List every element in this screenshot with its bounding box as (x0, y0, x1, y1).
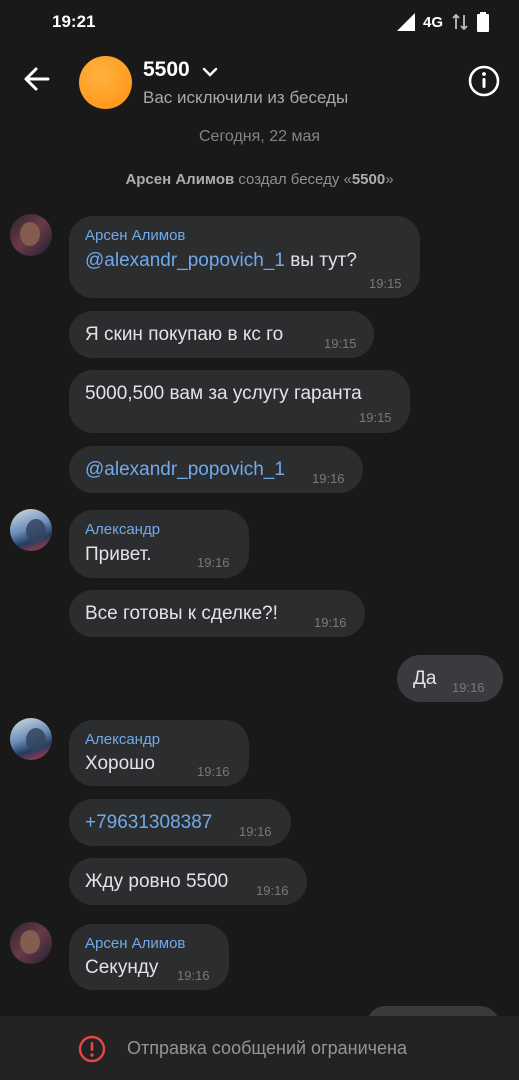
message-time: 19:16 (197, 764, 230, 779)
message-text-rest: вы тут? (284, 250, 357, 271)
message-time: 19:16 (256, 883, 289, 898)
mention-link[interactable]: @alexandr_popovich_1 (85, 250, 285, 271)
restricted-footer: Отправка сообщений ограничена (0, 1016, 519, 1080)
network-label: 4G (422, 13, 443, 31)
message-text: Секунду (85, 957, 159, 978)
system-message: Арсен Алимов создал беседу «5500» (0, 171, 519, 188)
avatar-alexander[interactable] (10, 718, 52, 760)
date-separator: Сегодня, 22 мая (198, 128, 320, 145)
system-message-chat-name: 5500 (351, 171, 386, 188)
sender-name[interactable]: Александр (85, 731, 160, 748)
message-text: Привет. (85, 544, 152, 565)
data-arrows-icon (452, 13, 468, 31)
outgoing-message-bubble[interactable]: Да 19:16 (397, 655, 503, 702)
system-message-tail: » (385, 171, 394, 188)
avatar-alexander[interactable] (10, 509, 52, 551)
avatar-face (26, 519, 46, 543)
message-bubble[interactable]: Все готовы к сделке?! 19:16 (69, 590, 365, 637)
message-time: 19:15 (359, 410, 392, 425)
chat-header: 5500 Вас исключили из беседы (0, 44, 519, 124)
message-bubble[interactable]: +79631308387 19:16 (69, 799, 291, 846)
mention-link[interactable]: @alexandr_popovich_1 (85, 459, 285, 481)
signal-icon (396, 13, 415, 31)
message-bubble[interactable]: @alexandr_popovich_1 19:16 (69, 446, 363, 493)
message-time: 19:16 (197, 555, 230, 570)
message-text: @alexandr_popovich_1 вы тут? (85, 250, 357, 272)
avatar-arsen[interactable] (10, 214, 52, 256)
message-text: Все готовы к сделке?! (85, 603, 278, 624)
message-bubble[interactable]: Я скин покупаю в кс го 19:15 (69, 311, 374, 358)
message-time: 19:15 (324, 336, 357, 351)
message-bubble[interactable]: Арсен Алимов Секунду 19:16 (69, 924, 229, 990)
message-text: Жду ровно 5500 (85, 871, 229, 892)
chat-title[interactable]: 5500 (143, 58, 190, 82)
message-time: 19:15 (369, 276, 402, 291)
message-time: 19:16 (312, 471, 345, 486)
chat-avatar[interactable] (79, 56, 132, 109)
message-text: Хорошо (85, 753, 155, 774)
message-bubble[interactable]: Арсен Алимов @alexandr_popovich_1 вы тут… (69, 216, 420, 298)
message-time: 19:16 (177, 968, 210, 983)
alert-circle-icon (78, 1035, 106, 1063)
message-bubble[interactable]: Александр Хорошо 19:16 (69, 720, 249, 786)
status-bar: 19:21 4G (0, 0, 519, 44)
sender-name[interactable]: Арсен Алимов (85, 227, 185, 244)
system-message-actor[interactable]: Арсен Алимов (125, 171, 234, 188)
system-message-text: создал беседу « (234, 171, 352, 188)
avatar-face (26, 728, 46, 752)
message-text: Да (413, 668, 437, 689)
chat-subtitle: Вас исключили из беседы (143, 88, 349, 107)
message-text: Я скин покупаю в кс го (85, 324, 284, 345)
status-icons: 4G (396, 12, 489, 32)
message-bubble[interactable]: 5000,500 вам за услугу гаранта 19:15 (69, 370, 410, 433)
back-arrow-icon[interactable] (20, 62, 54, 96)
message-bubble[interactable]: Жду ровно 5500 19:16 (69, 858, 307, 905)
avatar-arsen[interactable] (10, 922, 52, 964)
sender-name[interactable]: Александр (85, 521, 160, 538)
info-icon[interactable] (466, 63, 502, 99)
sender-name[interactable]: Арсен Алимов (85, 935, 185, 952)
battery-icon (477, 12, 489, 32)
chevron-down-icon[interactable] (202, 66, 218, 78)
message-time: 19:16 (452, 680, 485, 695)
message-bubble[interactable]: Александр Привет. 19:16 (69, 510, 249, 578)
footer-text: Отправка сообщений ограничена (127, 1038, 407, 1058)
message-time: 19:16 (239, 824, 272, 839)
message-time: 19:16 (314, 615, 347, 630)
status-time: 19:21 (52, 12, 96, 31)
phone-link[interactable]: +79631308387 (85, 812, 212, 834)
avatar-face (20, 222, 40, 246)
avatar-face (20, 930, 40, 954)
message-text: 5000,500 вам за услугу гаранта (85, 383, 362, 404)
